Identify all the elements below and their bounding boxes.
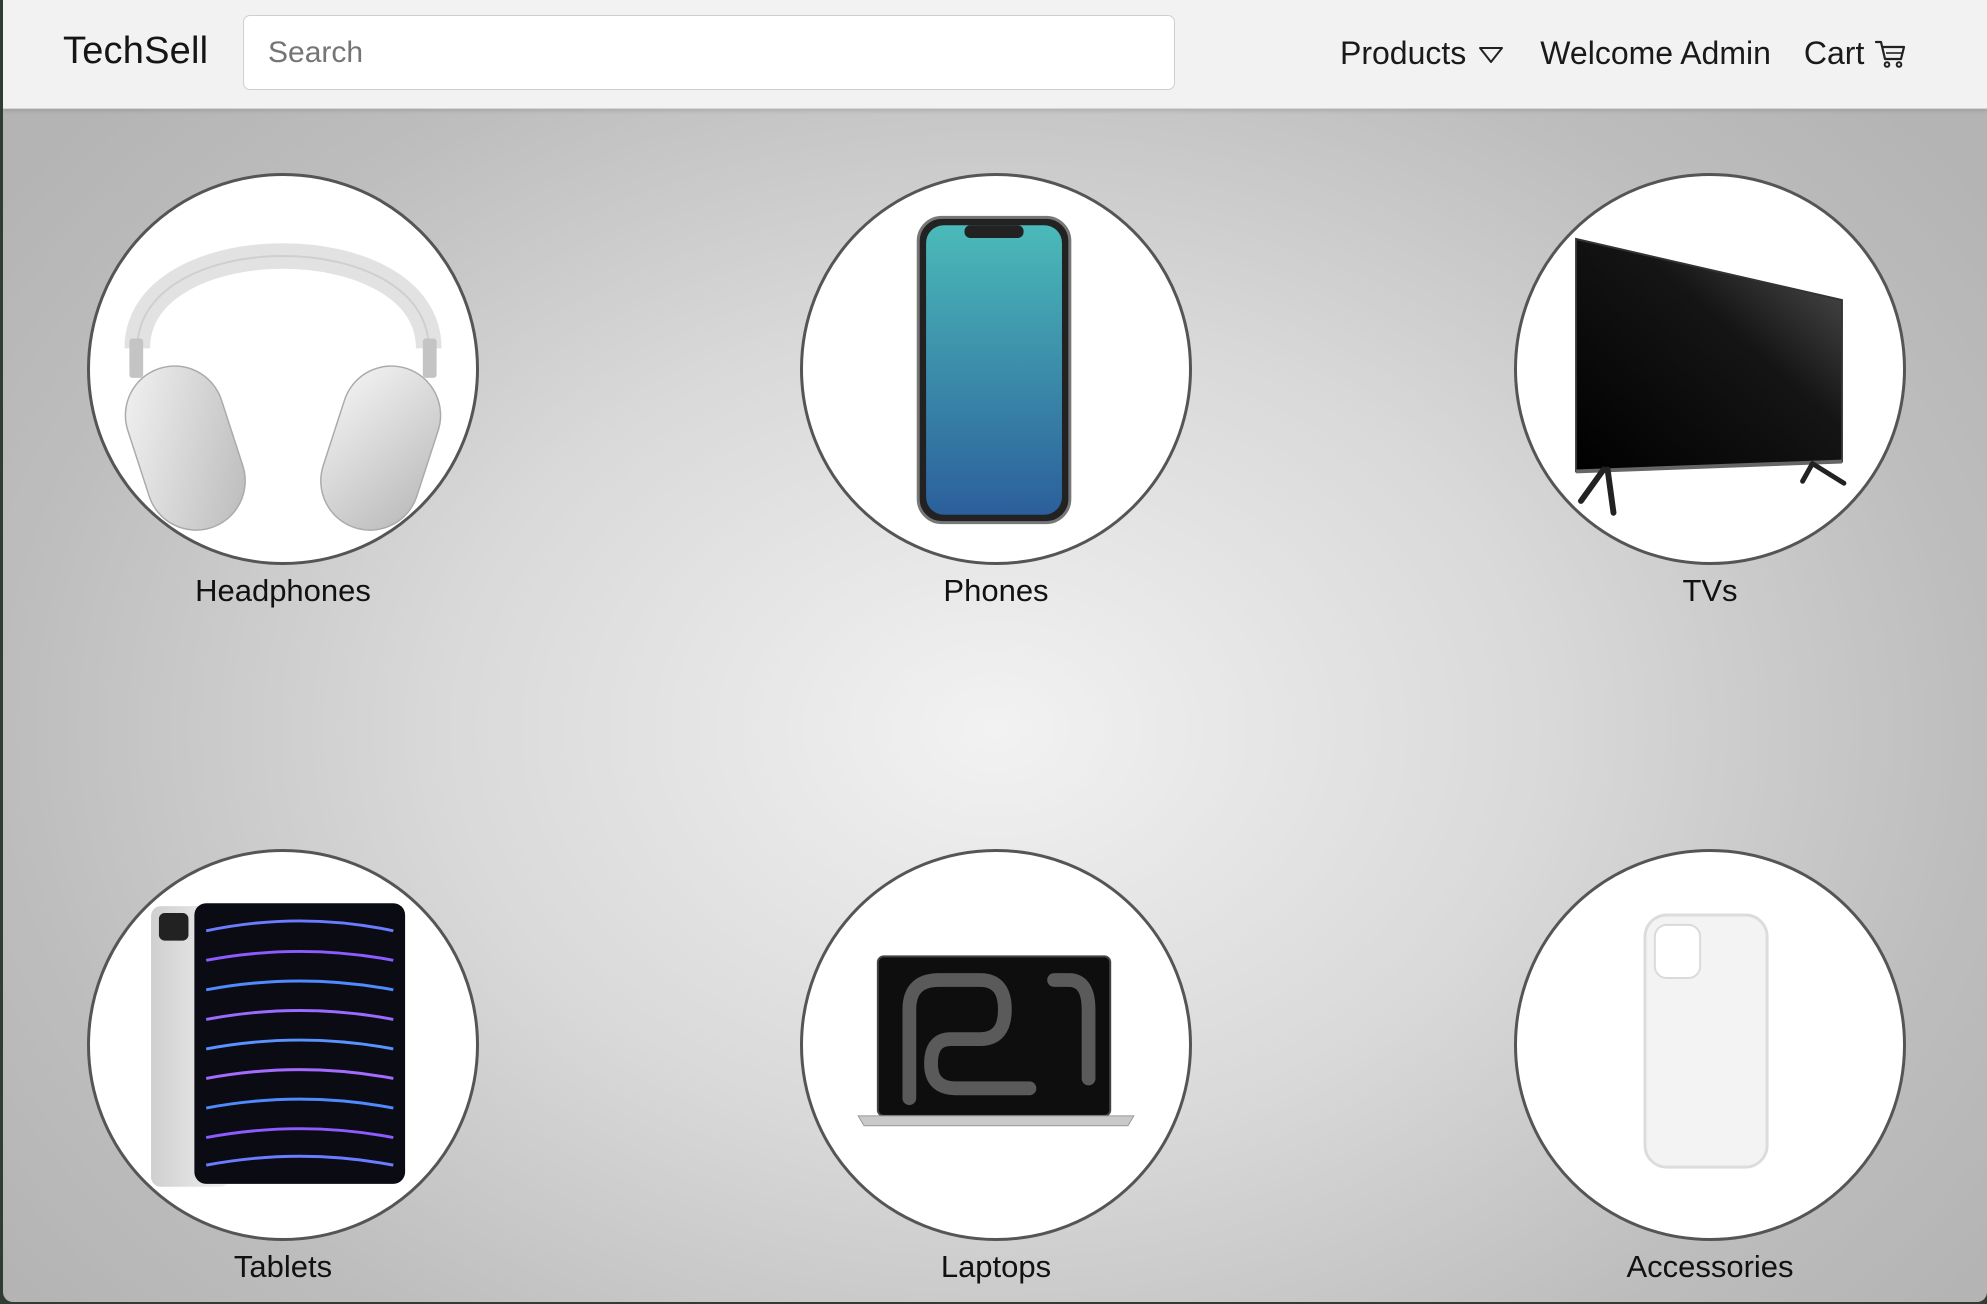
headphones-image xyxy=(124,243,442,531)
tv-image xyxy=(1575,237,1847,516)
category-label: Phones xyxy=(943,573,1049,608)
brand-logo[interactable]: TechSell xyxy=(63,30,208,73)
welcome-user-link[interactable]: Welcome Admin xyxy=(1540,35,1771,72)
category-accessories[interactable]: Accessories xyxy=(1500,849,1920,1285)
category-label: Accessories xyxy=(1626,1249,1794,1284)
tablet-image xyxy=(151,903,406,1187)
cart-icon xyxy=(1875,40,1906,68)
category-image-frame xyxy=(1514,173,1906,565)
category-label: Tablets xyxy=(233,1249,333,1284)
laptop-image xyxy=(857,955,1135,1127)
welcome-label: Welcome Admin xyxy=(1540,34,1771,71)
category-tablets[interactable]: Tablets xyxy=(73,849,493,1285)
category-laptops[interactable]: Laptops xyxy=(786,849,1206,1285)
category-image-frame xyxy=(87,849,479,1241)
category-image-frame xyxy=(800,849,1192,1241)
chevron-down-icon xyxy=(1479,47,1504,63)
search-input[interactable] xyxy=(243,15,1175,90)
category-image-frame xyxy=(1514,849,1906,1241)
navbar: TechSell Products Welcome Admin Cart xyxy=(3,0,1987,109)
cart-link[interactable]: Cart xyxy=(1804,35,1908,72)
category-headphones[interactable]: Headphones xyxy=(73,173,493,609)
category-label: TVs xyxy=(1682,573,1738,608)
products-dropdown[interactable]: Products xyxy=(1340,35,1504,72)
cart-label: Cart xyxy=(1803,34,1865,71)
category-label: Headphones xyxy=(195,573,371,608)
category-tvs[interactable]: TVs xyxy=(1500,173,1920,609)
page: TechSell Products Welcome Admin Cart xyxy=(3,0,1987,1302)
category-label: Laptops xyxy=(940,1249,1052,1284)
category-image-frame xyxy=(800,173,1192,565)
nav-links: Products Welcome Admin Cart xyxy=(1340,33,1908,73)
category-phones[interactable]: Phones xyxy=(786,173,1206,609)
category-image-frame xyxy=(87,173,479,565)
phone-case-image xyxy=(1643,913,1769,1169)
phone-image xyxy=(916,215,1072,525)
products-label: Products xyxy=(1340,34,1467,71)
